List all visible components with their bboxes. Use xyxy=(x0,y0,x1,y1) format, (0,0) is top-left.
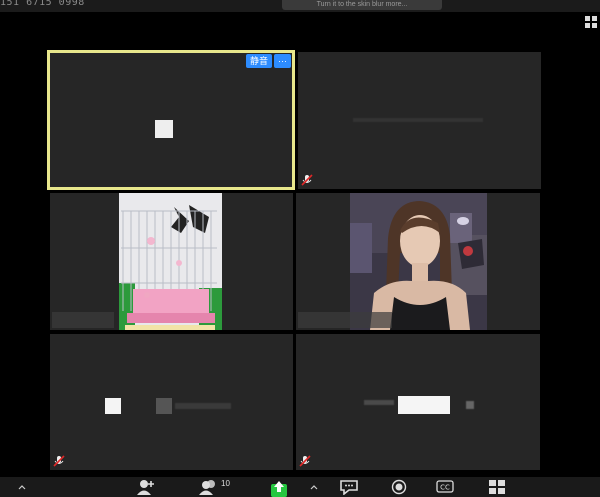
muted-mic-icon xyxy=(298,454,312,468)
audio-options-chevron-up-icon[interactable] xyxy=(18,482,26,492)
share-options-chevron-up-icon[interactable] xyxy=(310,482,318,492)
video-tile-2[interactable] xyxy=(298,52,541,189)
camera-feed-person xyxy=(350,193,487,330)
participant-name-blurred-2 xyxy=(156,398,172,414)
video-tile-6[interactable] xyxy=(296,334,540,470)
meeting-id: 151 6715 0998 xyxy=(0,0,85,8)
mute-button[interactable]: 静音 xyxy=(245,54,272,68)
top-banner-text: Turn it to the skin blur more... xyxy=(316,1,408,8)
top-banner[interactable]: Turn it to the skin blur more... xyxy=(282,0,442,10)
participant-name-blurred xyxy=(105,398,121,414)
more-options-button[interactable]: ··· xyxy=(274,54,291,68)
muted-mic-icon xyxy=(300,173,314,187)
participant-name-blurred xyxy=(353,118,483,122)
video-tile-3[interactable] xyxy=(50,193,293,330)
meeting-toolbar: 10 CC xyxy=(0,477,600,497)
video-tile-4[interactable] xyxy=(296,193,540,330)
participant-name-blurred-2 xyxy=(398,396,450,414)
gallery-view-toggle-icon[interactable] xyxy=(584,15,598,29)
record-icon[interactable] xyxy=(389,479,409,497)
avatar-placeholder xyxy=(155,120,173,138)
video-tile-5[interactable] xyxy=(50,334,293,470)
muted-mic-icon xyxy=(52,454,66,468)
participants-icon[interactable] xyxy=(198,479,220,497)
closed-caption-icon[interactable]: CC xyxy=(435,479,455,497)
top-bar: 151 6715 0998 Turn it to the skin blur m… xyxy=(0,0,600,12)
tile-hover-buttons: 静音 ··· xyxy=(245,54,291,68)
participant-name-blurred-3 xyxy=(175,403,231,409)
name-plate xyxy=(52,312,114,328)
chat-icon[interactable] xyxy=(338,479,360,497)
participant-name-blurred-3 xyxy=(466,401,474,409)
invite-icon[interactable] xyxy=(136,479,156,497)
share-screen-icon[interactable] xyxy=(268,479,290,497)
participant-count: 10 xyxy=(221,479,230,488)
cc-label: CC xyxy=(440,484,450,492)
gallery-view-icon[interactable] xyxy=(487,479,507,497)
name-plate xyxy=(298,312,392,328)
camera-feed-birdcage xyxy=(119,193,222,330)
video-tile-self[interactable]: 静音 ··· xyxy=(47,50,295,190)
participant-name-blurred xyxy=(364,400,394,405)
